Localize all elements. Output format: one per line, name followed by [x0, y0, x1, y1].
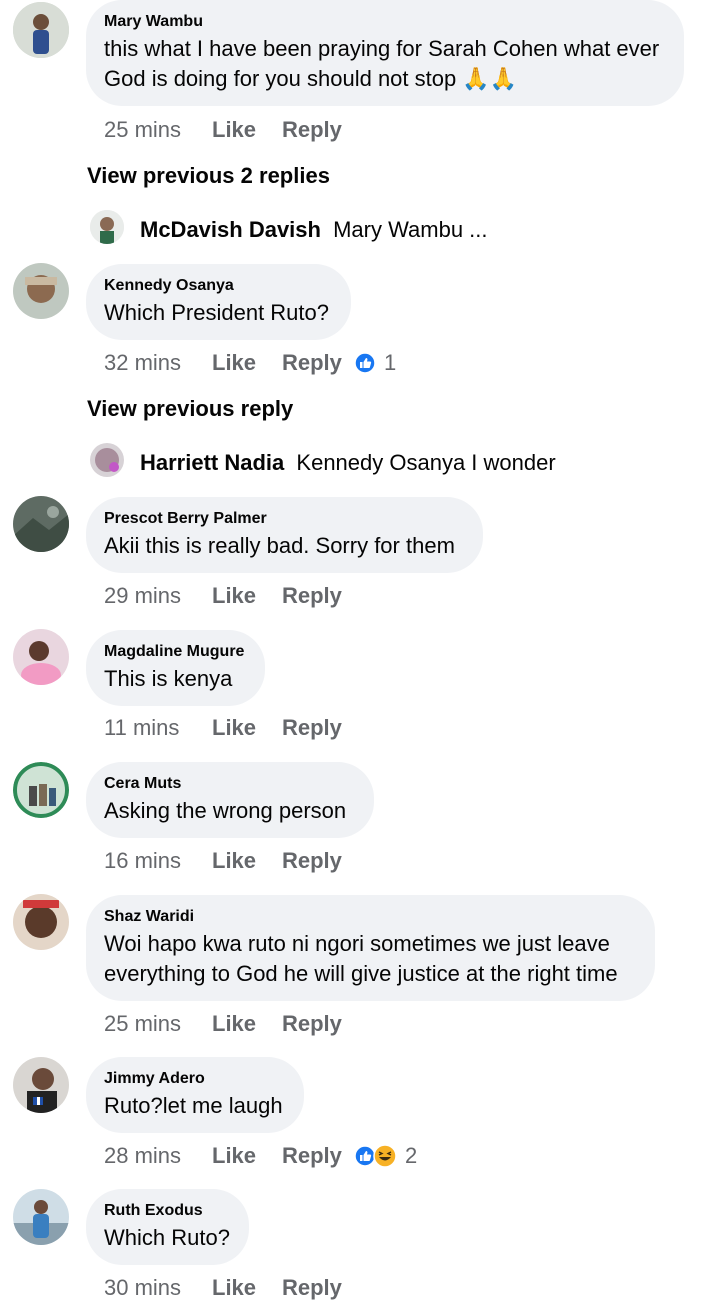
comment-text: Woi hapo kwa ruto ni ngori sometimes we … [104, 931, 618, 986]
like-button[interactable]: Like [212, 1143, 282, 1169]
comment-bubble: Ruth Exodus Which Ruto? [86, 1189, 249, 1265]
haha-reaction-icon [373, 1144, 397, 1168]
comment-actions: 28 mins Like Reply 2 [104, 1140, 417, 1172]
avatar[interactable] [13, 762, 69, 818]
reactions-summary[interactable]: 1 [354, 350, 396, 376]
comment-text: Akii this is really bad. Sorry for them [104, 533, 455, 558]
reply-button[interactable]: Reply [282, 1011, 354, 1037]
reply-text: Kennedy Osanya I wonder [296, 450, 556, 475]
comment-bubble: Shaz Waridi Woi hapo kwa ruto ni ngori s… [86, 895, 655, 1001]
comment-text: Ruto?let me laugh [104, 1093, 283, 1118]
reply-button[interactable]: Reply [282, 117, 354, 143]
comment-author[interactable]: Kennedy Osanya [104, 276, 333, 296]
comment-author[interactable]: Jimmy Adero [104, 1069, 286, 1089]
avatar[interactable] [13, 1189, 69, 1245]
comment-timestamp[interactable]: 25 mins [104, 117, 212, 143]
comment-actions: 25 mins Like Reply [104, 1008, 354, 1040]
comment-text: Which President Ruto? [104, 300, 329, 325]
avatar[interactable] [13, 263, 69, 319]
reactions-summary[interactable]: 2 [354, 1143, 417, 1169]
comment-text: this what I have been praying for Sarah … [104, 36, 660, 91]
comment-timestamp[interactable]: 25 mins [104, 1011, 212, 1037]
reply-author[interactable]: Harriett Nadia [140, 450, 284, 475]
like-button[interactable]: Like [212, 117, 282, 143]
reply-button[interactable]: Reply [282, 1275, 354, 1301]
comment-author[interactable]: Prescot Berry Palmer [104, 509, 465, 529]
like-button[interactable]: Like [212, 350, 282, 376]
comment-text: Asking the wrong person [104, 798, 347, 823]
view-previous-reply-link[interactable]: View previous reply [87, 396, 293, 422]
like-button[interactable]: Like [212, 1011, 282, 1037]
like-button[interactable]: Like [212, 583, 282, 609]
comment-text: This is kenya [104, 666, 233, 691]
avatar[interactable] [13, 894, 69, 950]
like-button[interactable]: Like [212, 715, 282, 741]
like-reaction-icon [354, 352, 376, 374]
reply-button[interactable]: Reply [282, 350, 354, 376]
comment-timestamp[interactable]: 30 mins [104, 1275, 212, 1301]
comment-timestamp[interactable]: 16 mins [104, 848, 212, 874]
comment-actions: 30 mins Like Reply [104, 1272, 354, 1304]
comment-author[interactable]: Shaz Waridi [104, 907, 637, 927]
avatar[interactable] [90, 443, 124, 477]
comment-actions: 16 mins Like Reply [104, 845, 354, 877]
comment-bubble: Jimmy Adero Ruto?let me laugh [86, 1057, 304, 1133]
avatar[interactable] [13, 629, 69, 685]
comment-timestamp[interactable]: 11 mins [104, 715, 212, 741]
reply-button[interactable]: Reply [282, 1143, 354, 1169]
reaction-count: 2 [405, 1143, 418, 1168]
nested-reply: Harriett Nadia Kennedy Osanya I wonder [140, 450, 556, 476]
comment-bubble: Kennedy Osanya Which President Ruto? [86, 264, 351, 340]
avatar[interactable] [13, 496, 69, 552]
comment-bubble: Mary Wambu this what I have been praying… [86, 0, 684, 106]
comment-author[interactable]: Ruth Exodus [104, 1201, 231, 1221]
avatar[interactable] [13, 1057, 69, 1113]
comment-actions: 25 mins Like Reply [104, 114, 354, 146]
reply-button[interactable]: Reply [282, 848, 354, 874]
comment-author[interactable]: Mary Wambu [104, 12, 666, 32]
comment-bubble: Cera Muts Asking the wrong person [86, 762, 374, 838]
comment-timestamp[interactable]: 32 mins [104, 350, 212, 376]
comment-timestamp[interactable]: 29 mins [104, 583, 212, 609]
reply-button[interactable]: Reply [282, 583, 354, 609]
like-button[interactable]: Like [212, 1275, 282, 1301]
comment-bubble: Prescot Berry Palmer Akii this is really… [86, 497, 483, 573]
comment-author[interactable]: Cera Muts [104, 774, 356, 794]
comment-text: Which Ruto? [104, 1225, 230, 1250]
comment-bubble: Magdaline Mugure This is kenya [86, 630, 265, 706]
avatar[interactable] [90, 210, 124, 244]
comment-actions: 29 mins Like Reply [104, 580, 354, 612]
reply-button[interactable]: Reply [282, 715, 354, 741]
avatar[interactable] [13, 2, 69, 58]
view-previous-replies-link[interactable]: View previous 2 replies [87, 163, 330, 189]
nested-reply: McDavish Davish Mary Wambu ... [140, 217, 488, 243]
reply-text: Mary Wambu ... [333, 217, 488, 242]
comment-actions: 32 mins Like Reply 1 [104, 347, 396, 379]
reaction-count: 1 [384, 350, 397, 375]
comment-author[interactable]: Magdaline Mugure [104, 642, 247, 662]
reply-author[interactable]: McDavish Davish [140, 217, 321, 242]
comment-timestamp[interactable]: 28 mins [104, 1143, 212, 1169]
like-button[interactable]: Like [212, 848, 282, 874]
comment-actions: 11 mins Like Reply [104, 712, 354, 744]
